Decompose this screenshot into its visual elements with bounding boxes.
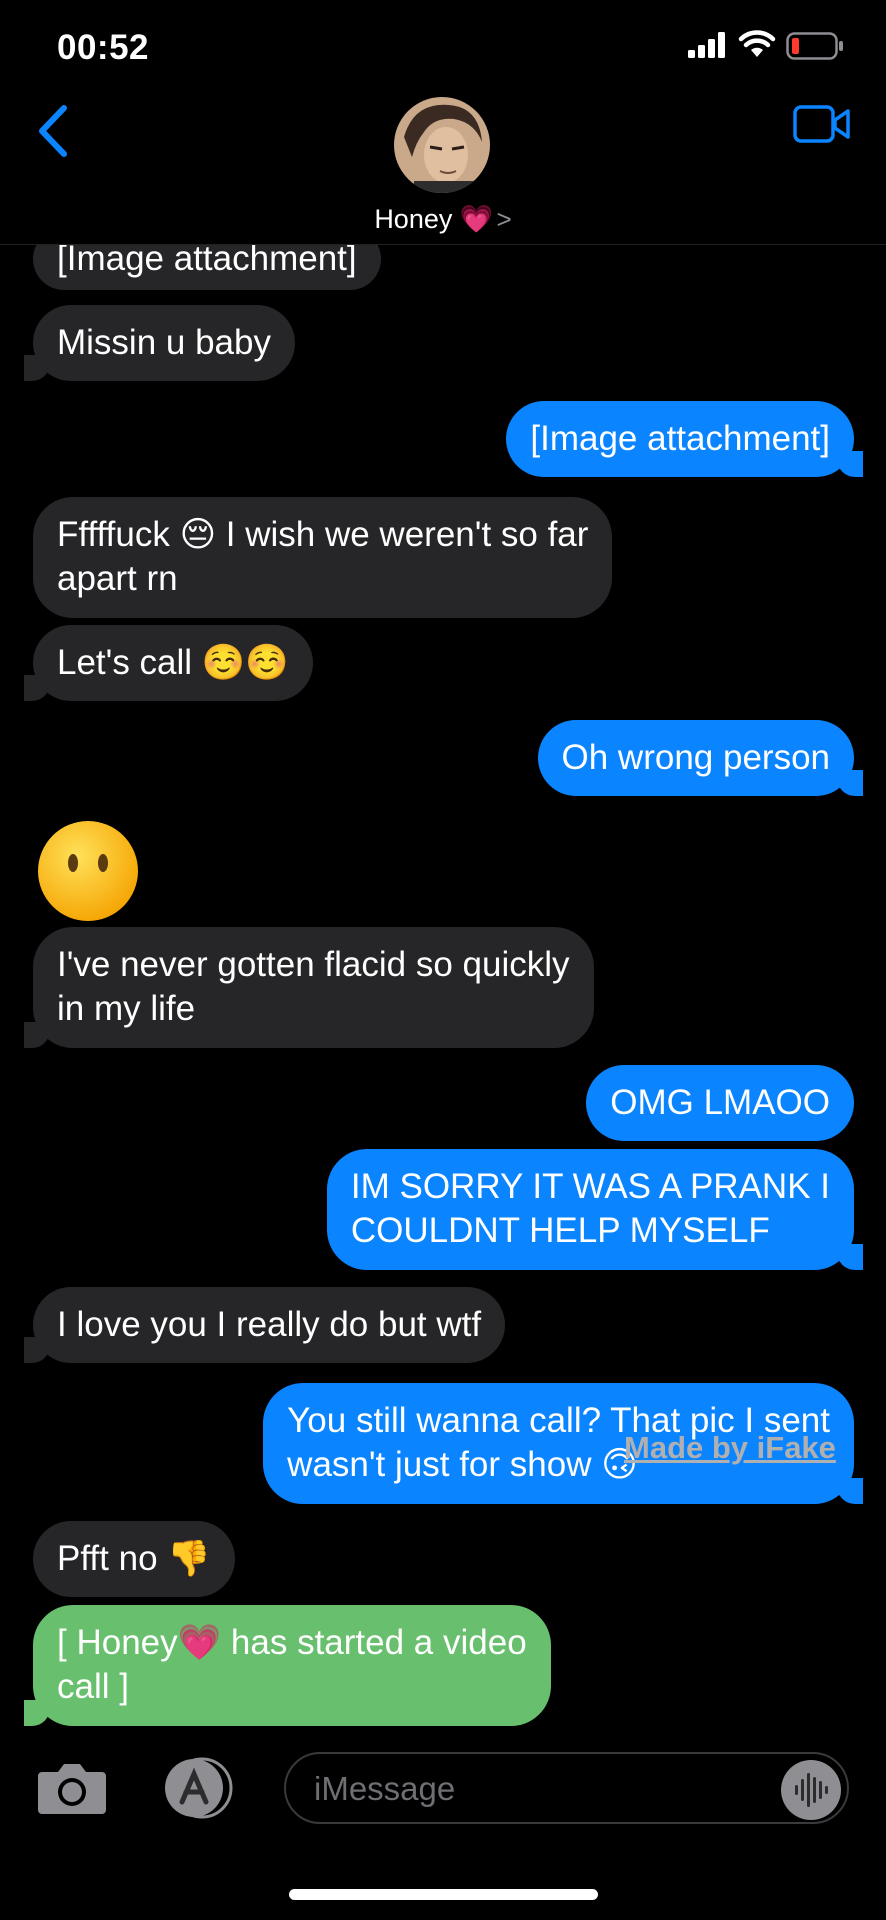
avatar-illustration bbox=[394, 97, 490, 193]
chevron-right-icon: > bbox=[496, 204, 512, 234]
message-bubble-incoming[interactable]: Pfft no 👎 bbox=[33, 1521, 235, 1597]
message-bubble-incoming[interactable]: [Image attachment] bbox=[33, 244, 381, 290]
message-bubble-outgoing[interactable]: [Image attachment] bbox=[506, 401, 863, 477]
message-bubble-incoming[interactable]: I've never gotten flacid so quickly in m… bbox=[24, 927, 594, 1048]
facetime-video-icon[interactable] bbox=[793, 104, 851, 144]
home-indicator[interactable] bbox=[289, 1889, 598, 1900]
camera-icon[interactable] bbox=[36, 1760, 108, 1816]
contact-name-label: Honey 💗 bbox=[374, 204, 494, 234]
status-bar: 00:52 bbox=[0, 0, 886, 95]
message-bubble-outgoing[interactable]: Oh wrong person bbox=[537, 720, 864, 796]
wifi-icon bbox=[738, 30, 776, 57]
no-mouth-face-emoji-icon[interactable] bbox=[36, 819, 140, 923]
contact-avatar[interactable] bbox=[394, 97, 490, 193]
message-bubble-incoming[interactable]: Let's call ☺️☺️ bbox=[24, 625, 313, 701]
battery-low-icon bbox=[786, 32, 843, 60]
status-time: 00:52 bbox=[57, 28, 150, 67]
imessage-placeholder: iMessage bbox=[314, 1770, 456, 1807]
back-chevron-icon[interactable] bbox=[34, 104, 70, 158]
message-thread[interactable]: [Image attachment] Missin u baby [Image … bbox=[0, 244, 886, 1728]
video-call-notice-bubble[interactable]: [ Honey💗 has started a video call ] bbox=[24, 1605, 551, 1726]
message-bubble-outgoing[interactable]: IM SORRY IT WAS A PRANK I COULDNT HELP M… bbox=[326, 1149, 864, 1270]
audio-waveform-icon[interactable] bbox=[780, 1759, 842, 1821]
message-bubble-incoming[interactable]: Missin u baby bbox=[24, 305, 295, 381]
message-bubble-outgoing[interactable]: OMG LMAOO bbox=[586, 1065, 854, 1141]
message-bubble-incoming[interactable]: Fffffuck 😔 I wish we weren't so far apar… bbox=[33, 497, 613, 618]
made-by-ifake-watermark[interactable]: Made by iFake bbox=[624, 1430, 836, 1466]
contact-name[interactable]: Honey 💗 > bbox=[0, 203, 886, 235]
app-store-icon[interactable] bbox=[156, 1756, 240, 1820]
cellular-signal-icon bbox=[688, 32, 725, 58]
message-bubble-incoming[interactable]: I love you I really do but wtf bbox=[23, 1287, 506, 1363]
